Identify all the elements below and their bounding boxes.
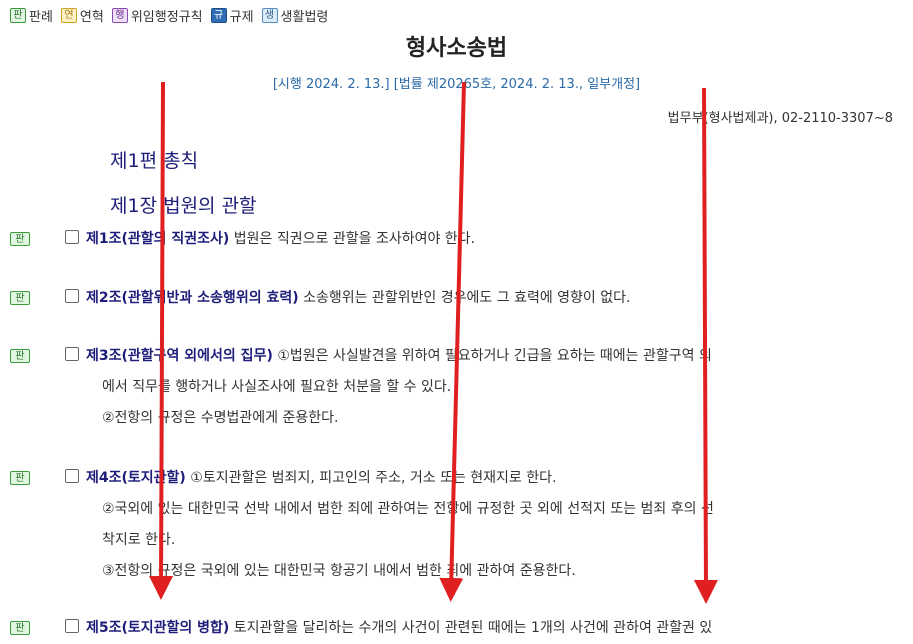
legend-living-law[interactable]: 생 생활법령 <box>261 6 329 25</box>
article-checkbox[interactable] <box>65 230 79 244</box>
article-title[interactable]: 제5조(토지관할의 병합) <box>86 620 229 636</box>
history-icon: 연 <box>60 8 77 23</box>
annotation-legend: 판 판례 연 연혁 행 위임행정규칙 규 규제 생 생활법령 <box>10 6 336 25</box>
article-text: ②전항의 규정은 수명법관에게 준용한다. <box>102 410 339 426</box>
article-text: 법원은 직권으로 관할을 조사하여야 한다. <box>233 231 476 247</box>
ministry-contact: 법무부(형사법제과), 02-2110-3307~8 <box>667 111 893 126</box>
article-checkbox[interactable] <box>65 289 79 303</box>
article-checkbox[interactable] <box>65 469 79 483</box>
article-text: 착지로 한다. <box>102 532 176 548</box>
precedent-icon[interactable]: 판 <box>10 232 30 246</box>
law-enforcement-info[interactable]: [시행 2024. 2. 13.] [법률 제20265호, 2024. 2. … <box>0 73 913 92</box>
living-law-icon: 생 <box>261 8 278 23</box>
legend-admin-rule[interactable]: 행 위임행정규칙 <box>111 6 203 25</box>
chapter-heading: 제1장 법원의 관할 <box>110 195 257 217</box>
article-checkbox[interactable] <box>65 347 79 361</box>
article-text: 토지관할을 달리하는 수개의 사건이 관련된 때에는 1개의 사건에 관하여 관… <box>233 620 713 636</box>
legend-precedent[interactable]: 판 판례 <box>10 6 53 25</box>
article-text: ②국외에 있는 대한민국 선박 내에서 범한 죄에 관하여는 전항에 규정한 곳… <box>102 501 714 517</box>
article-title[interactable]: 제1조(관할의 직권조사) <box>86 231 229 247</box>
admin-rule-icon: 행 <box>111 8 128 23</box>
part-heading: 제1편 총칙 <box>110 150 199 172</box>
legend-history-label: 연혁 <box>79 10 104 25</box>
law-title: 형사소송법 <box>405 36 508 61</box>
article-text: ①토지관할은 범죄지, 피고인의 주소, 거소 또는 현재지로 한다. <box>190 470 557 486</box>
article-title[interactable]: 제2조(관할위반과 소송행위의 효력) <box>86 290 299 306</box>
regulation-icon: 규 <box>210 8 227 23</box>
article-title[interactable]: 제4조(토지관할) <box>86 470 186 486</box>
precedent-icon[interactable]: 판 <box>10 291 30 305</box>
legend-regulation-label: 규제 <box>229 10 254 25</box>
precedent-icon: 판 <box>10 8 26 23</box>
legend-admin-rule-label: 위임행정규칙 <box>130 10 203 25</box>
precedent-icon[interactable]: 판 <box>10 349 30 363</box>
legend-history[interactable]: 연 연혁 <box>60 6 104 25</box>
precedent-icon[interactable]: 판 <box>10 621 30 635</box>
legend-regulation[interactable]: 규 규제 <box>210 6 254 25</box>
precedent-icon[interactable]: 판 <box>10 471 30 485</box>
legend-precedent-label: 판례 <box>29 10 53 25</box>
article-text: ③전항의 규정은 국외에 있는 대한민국 항공기 내에서 범한 죄에 관하여 준… <box>102 563 576 579</box>
article-text: 소송행위는 관할위반인 경우에도 그 효력에 영향이 없다. <box>303 290 631 306</box>
article-text: 에서 직무를 행하거나 사실조사에 필요한 처분을 할 수 있다. <box>102 379 452 395</box>
legend-living-law-label: 생활법령 <box>280 10 329 25</box>
article-title[interactable]: 제3조(관할구역 외에서의 집무) <box>86 348 273 364</box>
article-text: ①법원은 사실발견을 위하여 필요하거나 긴급을 요하는 때에는 관할구역 외 <box>277 348 712 364</box>
